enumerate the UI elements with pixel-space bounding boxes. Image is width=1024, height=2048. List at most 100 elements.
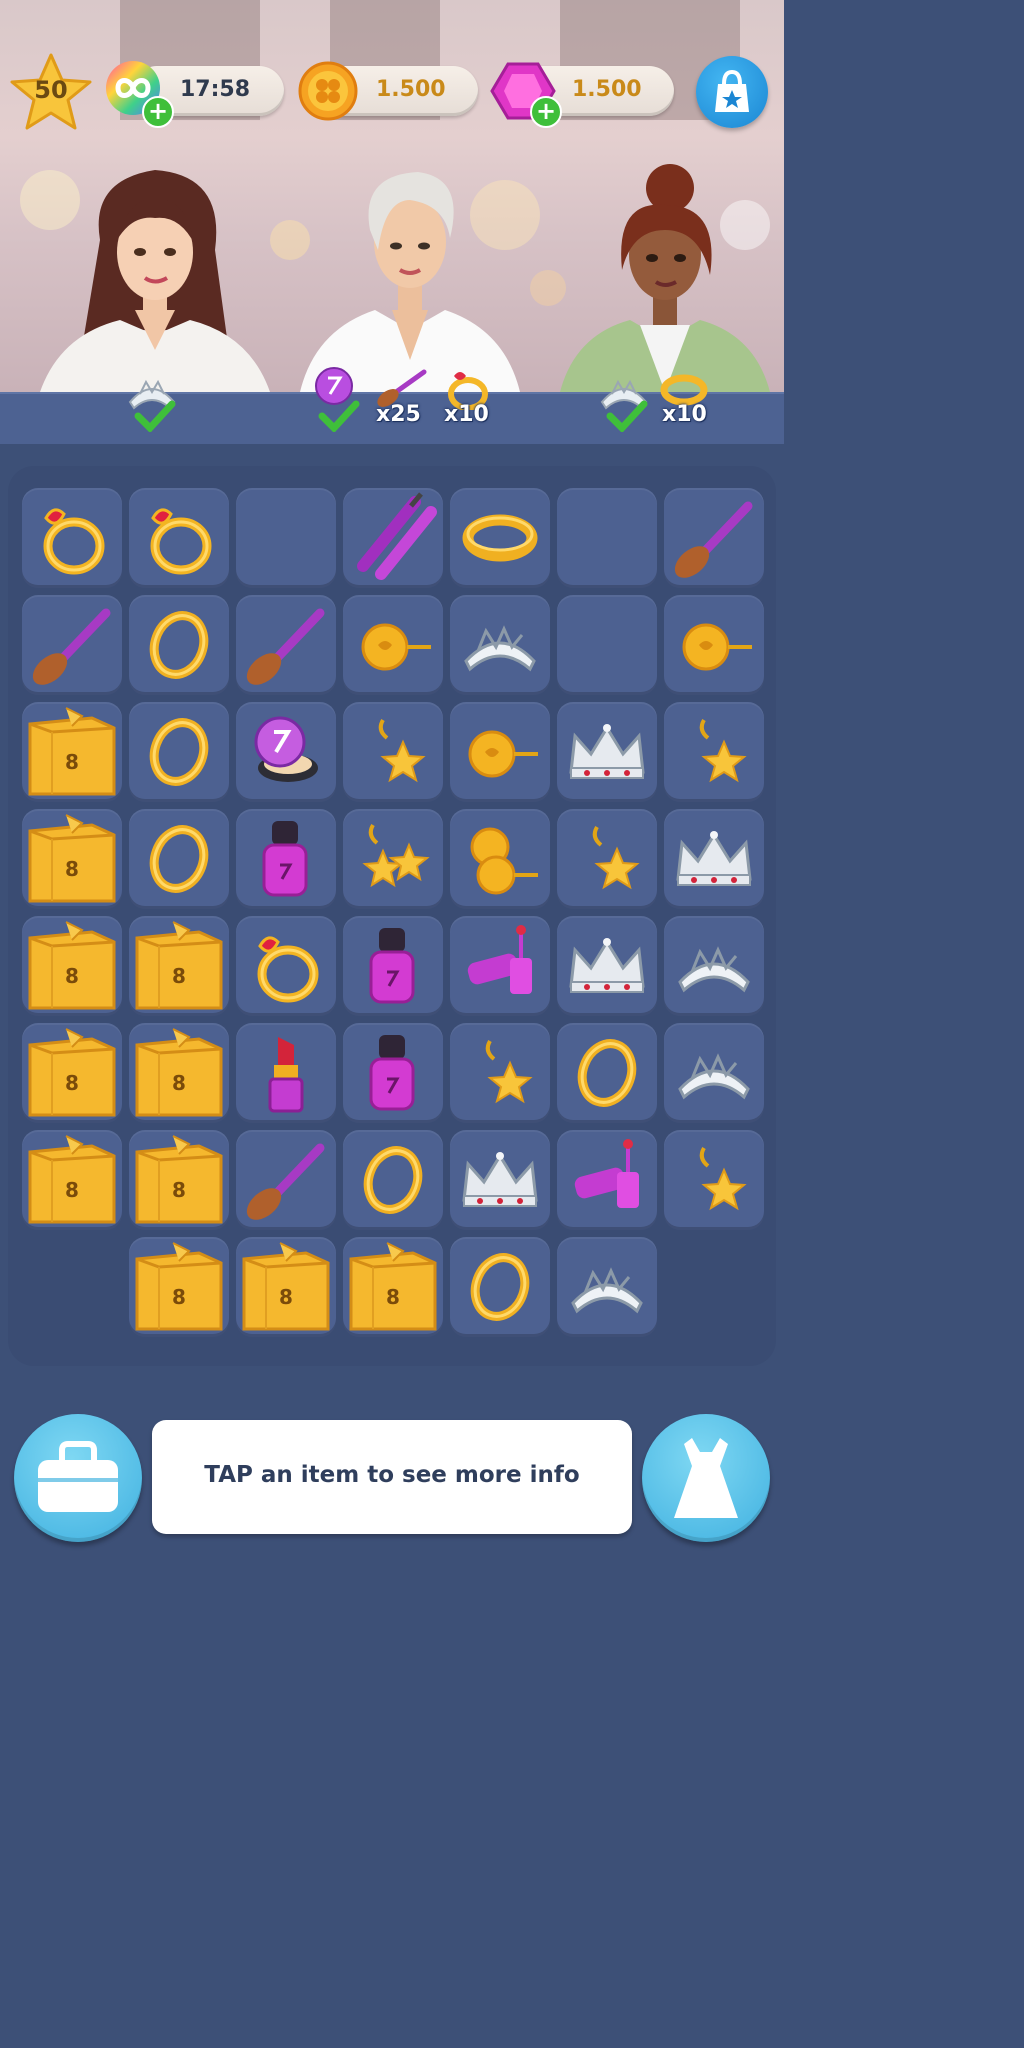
star-earring-icon bbox=[378, 718, 426, 783]
box-level-label: 8 bbox=[279, 1285, 293, 1309]
board-tile[interactable] bbox=[343, 916, 443, 1016]
board-tile[interactable] bbox=[664, 595, 764, 695]
board-tile[interactable] bbox=[343, 488, 443, 588]
board-tile[interactable] bbox=[129, 488, 229, 588]
crown-icon bbox=[462, 1152, 538, 1207]
add-energy-button[interactable]: + bbox=[142, 96, 174, 128]
board-tile[interactable] bbox=[450, 1237, 550, 1337]
board-tile[interactable] bbox=[664, 702, 764, 802]
board-tile[interactable] bbox=[236, 1130, 336, 1230]
order-brush-qty: x25 bbox=[376, 402, 421, 427]
board-tile[interactable]: 8 bbox=[22, 809, 122, 909]
star-earring-icon bbox=[699, 718, 747, 783]
board-tile[interactable] bbox=[557, 1237, 657, 1337]
board-tile[interactable]: 8 bbox=[22, 1130, 122, 1230]
customer-curly-hair[interactable] bbox=[560, 160, 770, 392]
board-tile[interactable]: 8 bbox=[129, 1023, 229, 1123]
shop-button[interactable] bbox=[696, 56, 768, 128]
board-tile[interactable]: 8 bbox=[22, 702, 122, 802]
board-tile[interactable] bbox=[343, 1023, 443, 1123]
wardrobe-button[interactable] bbox=[642, 1414, 770, 1542]
board-tile[interactable]: 8 bbox=[129, 916, 229, 1016]
board-tile[interactable] bbox=[557, 809, 657, 909]
star-earring-pair-icon bbox=[362, 823, 430, 888]
crown-icon bbox=[569, 724, 645, 779]
customer-brunette[interactable] bbox=[40, 160, 270, 392]
board-tile[interactable] bbox=[129, 702, 229, 802]
board-tile[interactable]: 8 bbox=[236, 1237, 336, 1337]
add-gems-button[interactable]: + bbox=[530, 96, 562, 128]
crown-icon bbox=[676, 831, 752, 886]
board-tile[interactable] bbox=[450, 1130, 550, 1230]
board-tile[interactable] bbox=[557, 702, 657, 802]
board-tile[interactable] bbox=[22, 595, 122, 695]
board-tile[interactable] bbox=[557, 916, 657, 1016]
player-level-badge[interactable]: 50 bbox=[10, 52, 92, 134]
board-tile[interactable] bbox=[236, 1023, 336, 1123]
board-tile[interactable] bbox=[129, 809, 229, 909]
board-tile[interactable] bbox=[236, 916, 336, 1016]
board-tile[interactable] bbox=[450, 702, 550, 802]
stud-earring-icon bbox=[682, 623, 752, 671]
gold-ring-icon bbox=[149, 825, 209, 893]
board-tile[interactable] bbox=[236, 595, 336, 695]
board-tile[interactable] bbox=[450, 488, 550, 588]
board-tile[interactable] bbox=[664, 916, 764, 1016]
stud-earring-icon bbox=[468, 730, 538, 778]
gold-ring-icon bbox=[149, 718, 209, 786]
order-bangle-qty: x10 bbox=[662, 402, 707, 427]
board-tile[interactable] bbox=[664, 1130, 764, 1230]
box-level-label: 8 bbox=[172, 1071, 186, 1095]
box-level-label: 8 bbox=[65, 1178, 79, 1202]
tiara-icon bbox=[464, 625, 536, 672]
gold-ring-icon bbox=[363, 1146, 423, 1214]
board-tile[interactable] bbox=[450, 809, 550, 909]
board-tile[interactable] bbox=[129, 595, 229, 695]
tiara-icon bbox=[678, 1053, 750, 1100]
box-level-label: 8 bbox=[386, 1285, 400, 1309]
brush-icon bbox=[246, 1143, 325, 1220]
board-tile[interactable] bbox=[664, 1023, 764, 1123]
box-level-label: 8 bbox=[65, 964, 79, 988]
empty-tile[interactable] bbox=[557, 595, 657, 695]
gold-ring-icon bbox=[470, 1253, 530, 1321]
mascara-icon bbox=[357, 492, 437, 580]
star-earring-icon bbox=[485, 1039, 533, 1104]
lip-gloss-icon bbox=[467, 925, 532, 994]
board-tile[interactable] bbox=[343, 809, 443, 909]
bangle-icon bbox=[462, 514, 538, 562]
board-tile[interactable] bbox=[450, 1023, 550, 1123]
empty-tile[interactable] bbox=[236, 488, 336, 588]
board-tile[interactable]: 8 bbox=[129, 1130, 229, 1230]
star-earring-icon bbox=[592, 825, 640, 890]
clover-coin-icon bbox=[298, 61, 358, 121]
order-ring-qty: x10 bbox=[444, 402, 489, 427]
crown-icon bbox=[569, 938, 645, 993]
board-tile[interactable] bbox=[557, 1130, 657, 1230]
board-tile[interactable] bbox=[343, 1130, 443, 1230]
empty-tile[interactable] bbox=[557, 488, 657, 588]
board-tile[interactable]: 8 bbox=[22, 1023, 122, 1123]
nail-polish-icon bbox=[262, 821, 308, 897]
order-complete-check-icon bbox=[134, 400, 176, 432]
lip-gloss-icon bbox=[574, 1139, 639, 1208]
board-tile[interactable] bbox=[450, 916, 550, 1016]
board-tile[interactable] bbox=[22, 488, 122, 588]
ruby-ring-icon bbox=[43, 508, 105, 575]
nail-polish-icon bbox=[369, 1035, 415, 1111]
box-level-label: 8 bbox=[65, 750, 79, 774]
board-tile[interactable] bbox=[343, 702, 443, 802]
customer-silver-hair[interactable] bbox=[300, 160, 520, 392]
board-tile[interactable]: 8 bbox=[343, 1237, 443, 1337]
board-tile[interactable] bbox=[664, 488, 764, 588]
coin-amount: 1.500 bbox=[376, 77, 446, 102]
inventory-button[interactable] bbox=[14, 1414, 142, 1542]
board-tile[interactable] bbox=[236, 702, 336, 802]
board-tile[interactable]: 8 bbox=[22, 916, 122, 1016]
board-tile[interactable] bbox=[343, 595, 443, 695]
board-tile[interactable]: 8 bbox=[129, 1237, 229, 1337]
board-tile[interactable] bbox=[450, 595, 550, 695]
board-tile[interactable] bbox=[236, 809, 336, 909]
board-tile[interactable] bbox=[664, 809, 764, 909]
board-tile[interactable] bbox=[557, 1023, 657, 1123]
